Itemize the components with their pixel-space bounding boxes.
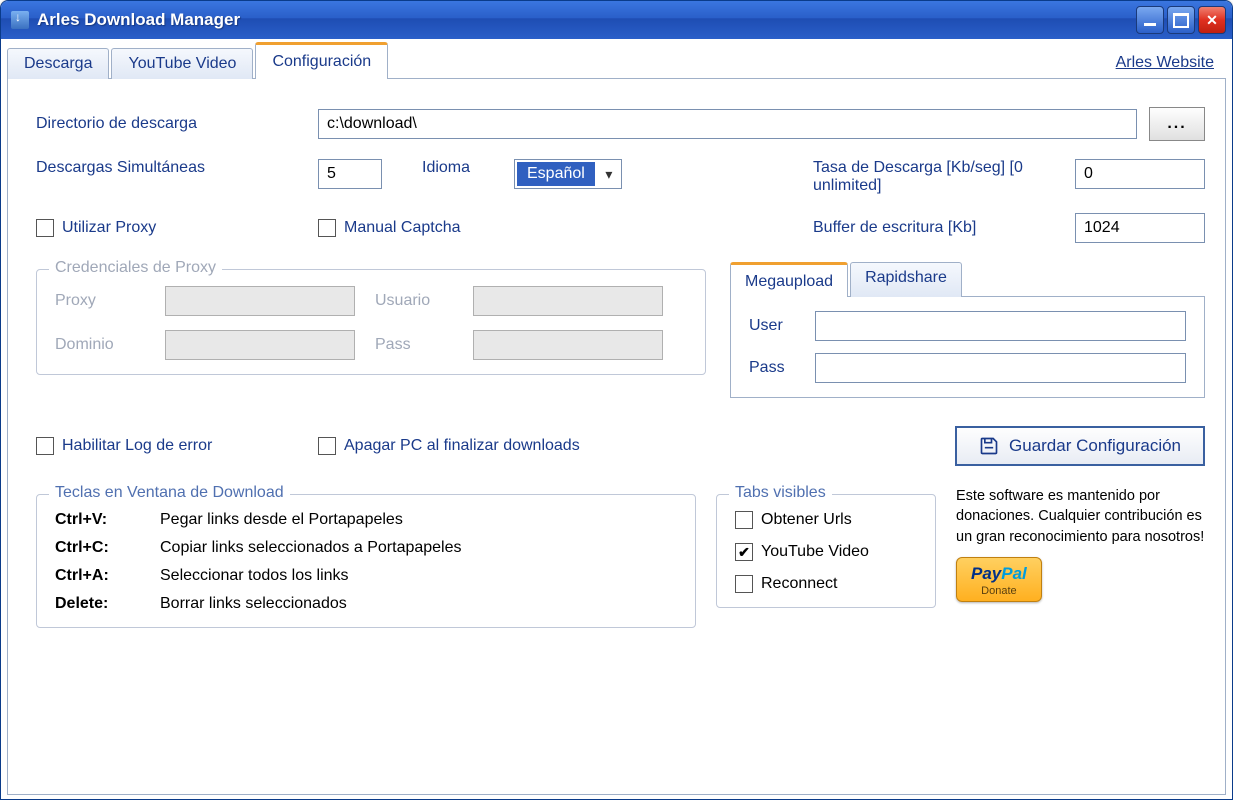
credentials-row: Credenciales de Proxy Proxy Usuario Domi…: [36, 261, 1205, 398]
proxy-pass-input: [473, 330, 663, 360]
simultaneous-input[interactable]: [318, 159, 382, 189]
rate-label: Tasa de Descarga [Kb/seg] [0 unlimited]: [813, 159, 1063, 195]
paypal-donate-button[interactable]: PayPal Donate: [956, 557, 1042, 602]
obtain-urls-label: Obtener Urls: [761, 511, 852, 529]
tabs-visible-group: Tabs visibles Obtener Urls YouTube Video…: [716, 494, 936, 608]
language-label: Idioma: [422, 159, 502, 177]
proxy-domain-input: [165, 330, 355, 360]
chevron-down-icon: ▾: [597, 166, 621, 183]
shortcuts-legend: Teclas en Ventana de Download: [49, 484, 290, 502]
shortcut-key: Ctrl+A:: [55, 567, 150, 585]
website-link[interactable]: Arles Website: [1104, 48, 1226, 78]
tabs-visible-legend: Tabs visibles: [729, 484, 832, 502]
row-log-save: Habilitar Log de error Apagar PC al fina…: [36, 426, 1205, 466]
window-controls: [1136, 6, 1226, 34]
proxy-user-input: [473, 286, 663, 316]
shortcut-desc: Pegar links desde el Portapapeles: [160, 511, 677, 529]
save-button-label: Guardar Configuración: [1009, 436, 1181, 456]
download-dir-label: Directorio de descarga: [36, 115, 306, 133]
paypal-donate-label: Donate: [971, 584, 1027, 599]
shortcut-desc: Copiar links seleccionados a Portapapele…: [160, 539, 677, 557]
enable-log-label: Habilitar Log de error: [62, 437, 212, 455]
close-button[interactable]: [1198, 6, 1226, 34]
download-dir-input[interactable]: [318, 109, 1137, 139]
proxy-input: [165, 286, 355, 316]
buffer-input[interactable]: [1075, 213, 1205, 243]
proxy-label: Proxy: [55, 292, 145, 310]
tab-config[interactable]: Configuración: [255, 42, 388, 79]
config-panel: Directorio de descarga ... Descargas Sim…: [7, 79, 1226, 795]
checkbox-icon: [318, 219, 336, 237]
browse-button[interactable]: ...: [1149, 107, 1205, 141]
reconnect-label: Reconnect: [761, 575, 838, 593]
tab-megaupload[interactable]: Megaupload: [730, 262, 848, 297]
shortcuts-group: Teclas en Ventana de Download Ctrl+V: Pe…: [36, 494, 696, 628]
checkbox-icon: [36, 219, 54, 237]
row-proxy-buffer: Utilizar Proxy Manual Captcha Buffer de …: [36, 213, 1205, 243]
client-area: Descarga YouTube Video Configuración Arl…: [1, 39, 1232, 800]
donate-text: Este software es mantenido por donacione…: [956, 486, 1205, 547]
use-proxy-checkbox[interactable]: Utilizar Proxy: [36, 219, 306, 237]
proxy-legend: Credenciales de Proxy: [49, 259, 222, 277]
checkbox-icon: [735, 575, 753, 593]
proxy-user-label: Usuario: [375, 292, 453, 310]
tab-download[interactable]: Descarga: [7, 48, 109, 79]
cred-pass-label: Pass: [749, 359, 803, 377]
youtube-video-label: YouTube Video: [761, 543, 869, 561]
reconnect-checkbox[interactable]: Reconnect: [735, 575, 917, 593]
upload-panel: User Pass: [730, 297, 1205, 398]
shutdown-checkbox[interactable]: Apagar PC al finalizar downloads: [318, 437, 580, 455]
maximize-button[interactable]: [1167, 6, 1195, 34]
window-title: Arles Download Manager: [37, 10, 1136, 30]
shutdown-label: Apagar PC al finalizar downloads: [344, 437, 580, 455]
enable-log-checkbox[interactable]: Habilitar Log de error: [36, 437, 306, 455]
simultaneous-label: Descargas Simultáneas: [36, 159, 306, 177]
shortcut-key: Ctrl+C:: [55, 539, 150, 557]
language-dropdown[interactable]: Español ▾: [514, 159, 622, 189]
rate-input[interactable]: [1075, 159, 1205, 189]
youtube-video-checkbox[interactable]: YouTube Video: [735, 543, 917, 561]
language-value: Español: [517, 162, 595, 186]
cred-user-input[interactable]: [815, 311, 1186, 341]
cred-pass-input[interactable]: [815, 353, 1186, 383]
checkbox-icon: [735, 543, 753, 561]
manual-captcha-checkbox[interactable]: Manual Captcha: [318, 219, 678, 237]
use-proxy-label: Utilizar Proxy: [62, 219, 156, 237]
checkbox-icon: [735, 511, 753, 529]
shortcut-key: Delete:: [55, 595, 150, 613]
row-settings: Descargas Simultáneas Idioma Español ▾ T…: [36, 159, 1205, 195]
donate-section: Este software es mantenido por donacione…: [956, 486, 1205, 602]
paypal-logo: PayPal: [971, 564, 1027, 583]
main-tabbar: Descarga YouTube Video Configuración Arl…: [7, 43, 1226, 79]
shortcut-desc: Borrar links seleccionados: [160, 595, 677, 613]
manual-captcha-label: Manual Captcha: [344, 219, 461, 237]
app-icon: [11, 11, 29, 29]
titlebar: Arles Download Manager: [1, 1, 1232, 39]
save-config-button[interactable]: Guardar Configuración: [955, 426, 1205, 466]
cred-user-label: User: [749, 317, 803, 335]
bottom-row: Teclas en Ventana de Download Ctrl+V: Pe…: [36, 486, 1205, 628]
row-download-dir: Directorio de descarga ...: [36, 107, 1205, 141]
tab-youtube[interactable]: YouTube Video: [111, 48, 253, 79]
checkbox-icon: [36, 437, 54, 455]
app-window: Arles Download Manager Descarga YouTube …: [0, 0, 1233, 800]
minimize-button[interactable]: [1136, 6, 1164, 34]
upload-tabs: Megaupload Rapidshare: [730, 261, 1205, 297]
shortcut-desc: Seleccionar todos los links: [160, 567, 677, 585]
checkbox-icon: [318, 437, 336, 455]
obtain-urls-checkbox[interactable]: Obtener Urls: [735, 511, 917, 529]
buffer-label: Buffer de escritura [Kb]: [813, 219, 1063, 237]
proxy-credentials-group: Credenciales de Proxy Proxy Usuario Domi…: [36, 269, 706, 375]
shortcut-key: Ctrl+V:: [55, 511, 150, 529]
save-icon: [979, 436, 999, 456]
tab-rapidshare[interactable]: Rapidshare: [850, 262, 962, 297]
proxy-pass-label: Pass: [375, 336, 453, 354]
proxy-domain-label: Dominio: [55, 336, 145, 354]
